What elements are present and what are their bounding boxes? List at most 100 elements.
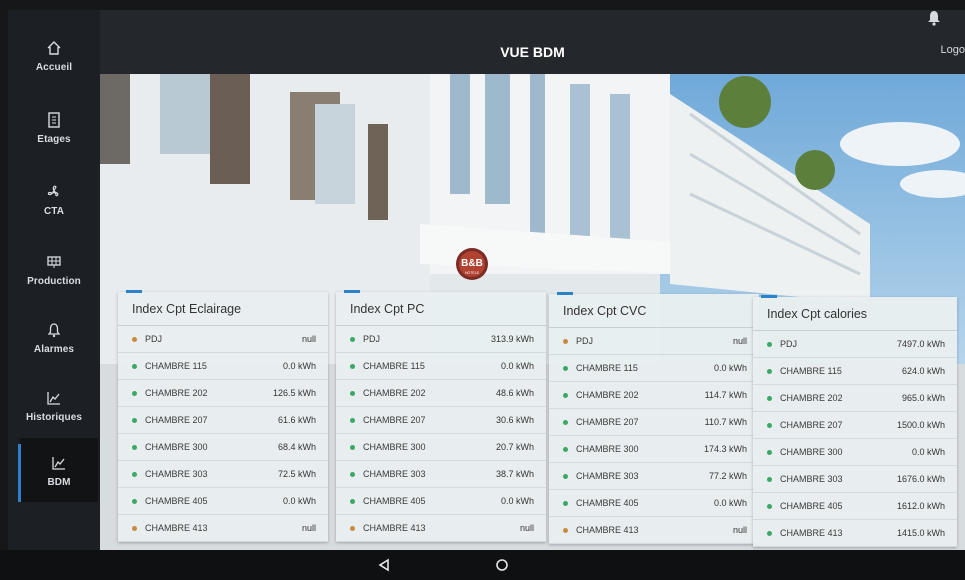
building-icon <box>44 110 64 130</box>
sidebar-item-alarmes[interactable]: Alarmes <box>8 306 100 368</box>
meter-row: CHAMBRE 405 1612.0 kWh <box>753 493 957 520</box>
meter-row: CHAMBRE 413 null <box>118 515 328 542</box>
meter-name: CHAMBRE 405 <box>780 501 843 511</box>
meter-value: null <box>519 523 534 533</box>
meter-row: CHAMBRE 300 68.4 kWh <box>118 434 328 461</box>
sidebar: Accueil Etages CTA Production Alarmes Hi… <box>8 10 100 550</box>
sidebar-item-label: Accueil <box>35 61 73 73</box>
status-dot <box>132 336 137 342</box>
meter-row: CHAMBRE 303 72.5 kWh <box>118 461 328 488</box>
status-dot <box>563 527 568 533</box>
meter-value: 0.0 kWh <box>500 361 534 371</box>
sidebar-item-historiques[interactable]: Historiques <box>8 374 100 436</box>
meter-value: 126.5 kWh <box>272 388 316 398</box>
sidebar-item-label: Alarmes <box>33 343 75 355</box>
sidebar-item-etages[interactable]: Etages <box>8 96 100 158</box>
meter-value: 72.5 kWh <box>277 469 316 479</box>
status-dot <box>350 417 355 423</box>
card-rows: PDJ 7497.0 kWh CHAMBRE 115 624.0 kWh CHAMBRE… <box>753 331 957 547</box>
meter-row: CHAMBRE 405 0.0 kWh <box>118 488 328 515</box>
meter-name: CHAMBRE 303 <box>363 469 426 479</box>
meter-value: 1415.0 kWh <box>896 528 945 538</box>
status-dot <box>132 444 137 450</box>
meter-value: 20.7 kWh <box>495 442 534 452</box>
meter-row: CHAMBRE 300 174.3 kWh <box>549 436 759 463</box>
meter-value: 313.9 kWh <box>490 334 534 344</box>
meter-name: CHAMBRE 115 <box>780 366 842 376</box>
hotel-logo-subtext: HOTELS <box>465 271 480 275</box>
status-dot <box>767 530 772 536</box>
meter-row: CHAMBRE 405 0.0 kWh <box>336 488 546 515</box>
meter-row: CHAMBRE 115 0.0 kWh <box>549 355 759 382</box>
back-icon[interactable] <box>374 555 394 575</box>
card-title: Index Cpt PC <box>336 292 546 326</box>
meter-value: 174.3 kWh <box>703 444 747 454</box>
meter-name: CHAMBRE 207 <box>145 415 208 425</box>
meter-name: CHAMBRE 413 <box>576 525 639 535</box>
logout-link[interactable]: Logo <box>941 44 965 56</box>
meter-name: CHAMBRE 405 <box>145 496 208 506</box>
home-icon <box>44 38 64 58</box>
status-dot <box>767 341 772 347</box>
status-dot <box>132 363 137 369</box>
meter-name: CHAMBRE 413 <box>363 523 426 533</box>
sidebar-item-bdm[interactable]: BDM <box>18 438 98 502</box>
sidebar-item-label: Etages <box>37 133 71 145</box>
sidebar-item-label: BDM <box>47 476 71 488</box>
meter-row: CHAMBRE 303 1676.0 kWh <box>753 466 957 493</box>
meter-name: CHAMBRE 207 <box>576 417 639 427</box>
card-rows: PDJ null CHAMBRE 115 0.0 kWh CHAMBRE 202 126.… <box>118 326 328 542</box>
meter-name: CHAMBRE 202 <box>145 388 208 398</box>
status-dot <box>563 473 568 479</box>
meter-row: CHAMBRE 207 30.6 kWh <box>336 407 546 434</box>
page-title: VUE BDM <box>500 44 565 60</box>
status-dot <box>767 476 772 482</box>
meter-value: 0.0 kWh <box>713 498 747 508</box>
status-dot <box>563 392 568 398</box>
meter-name: PDJ <box>363 334 381 344</box>
status-dot <box>132 417 137 423</box>
meter-row: CHAMBRE 303 77.2 kWh <box>549 463 759 490</box>
meter-name: CHAMBRE 300 <box>145 442 208 452</box>
notification-bell-icon[interactable] <box>927 10 941 26</box>
meter-name: CHAMBRE 115 <box>363 361 425 371</box>
status-dot <box>350 363 355 369</box>
meter-row: CHAMBRE 405 0.0 kWh <box>549 490 759 517</box>
meter-value: null <box>732 525 747 535</box>
meter-value: 0.0 kWh <box>911 447 945 457</box>
meter-name: CHAMBRE 115 <box>576 363 638 373</box>
card-index-cpt-cvc: Index Cpt CVC PDJ null CHAMBRE 115 0.0 kWh C… <box>549 292 759 544</box>
sidebar-item-production[interactable]: Production <box>8 238 100 300</box>
card-rows: PDJ 313.9 kWh CHAMBRE 115 0.0 kWh CHAMBRE 20… <box>336 326 546 542</box>
status-dot <box>767 395 772 401</box>
sidebar-item-cta[interactable]: CTA <box>8 168 100 230</box>
bell-icon <box>44 320 64 340</box>
status-dot <box>767 449 772 455</box>
meter-name: CHAMBRE 405 <box>363 496 426 506</box>
status-dot <box>563 500 568 506</box>
line-chart-icon <box>49 453 69 473</box>
card-title: Index Cpt Eclairage <box>118 292 328 326</box>
status-dot <box>767 422 772 428</box>
sidebar-item-accueil[interactable]: Accueil <box>8 24 100 86</box>
meter-row: CHAMBRE 115 0.0 kWh <box>336 353 546 380</box>
meter-row: PDJ 7497.0 kWh <box>753 331 957 358</box>
status-dot <box>350 444 355 450</box>
meter-name: PDJ <box>576 336 594 346</box>
meter-value: 1612.0 kWh <box>896 501 945 511</box>
meter-row: CHAMBRE 300 20.7 kWh <box>336 434 546 461</box>
meter-name: CHAMBRE 207 <box>363 415 426 425</box>
solar-panel-icon <box>44 252 64 272</box>
meter-row: CHAMBRE 303 38.7 kWh <box>336 461 546 488</box>
card-index-cpt-eclairage: Index Cpt Eclairage PDJ null CHAMBRE 115 0.… <box>118 290 328 542</box>
status-dot <box>767 503 772 509</box>
meter-row: CHAMBRE 207 1500.0 kWh <box>753 412 957 439</box>
meter-value: 0.0 kWh <box>713 363 747 373</box>
meter-value: 1500.0 kWh <box>896 420 945 430</box>
meter-row: CHAMBRE 207 110.7 kWh <box>549 409 759 436</box>
meter-value: 68.4 kWh <box>277 442 316 452</box>
meter-name: CHAMBRE 413 <box>145 523 208 533</box>
hotel-logo-text: B&B <box>461 258 483 269</box>
meter-value: null <box>301 334 316 344</box>
home-circle-icon[interactable] <box>492 555 512 575</box>
